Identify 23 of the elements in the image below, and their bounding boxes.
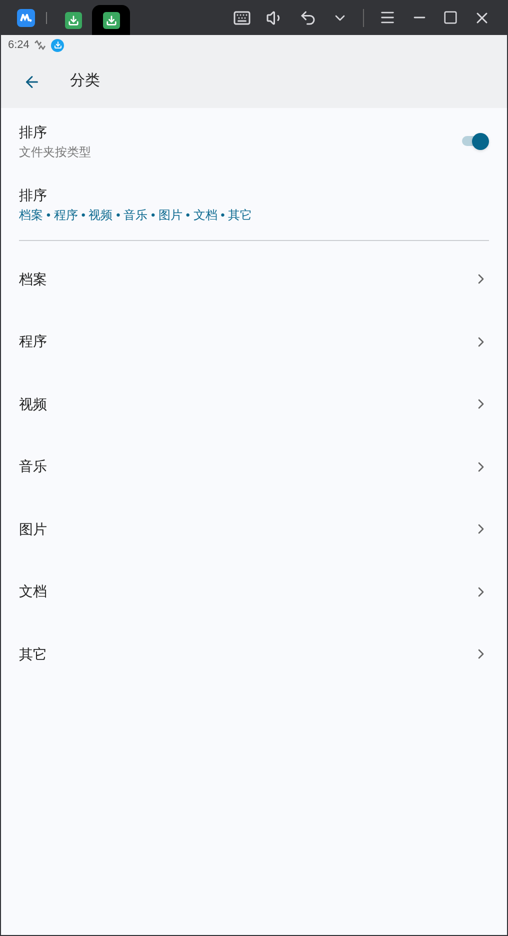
category-item[interactable]: 音乐 xyxy=(19,436,489,498)
status-time: 6:24 xyxy=(8,38,30,53)
setting-subtitle: 档案 • 程序 • 视频 • 音乐 • 图片 • 文档 • 其它 xyxy=(19,206,254,224)
setting-title: 排序 xyxy=(19,186,48,204)
keyboard-icon[interactable] xyxy=(233,8,251,26)
category-item[interactable]: 档案 xyxy=(19,248,489,310)
download-status-icon xyxy=(51,38,64,52)
download-app-icon xyxy=(64,12,82,28)
download-app-icon xyxy=(102,12,120,28)
undo-icon[interactable] xyxy=(299,8,317,26)
category-item[interactable]: 文档 xyxy=(19,560,489,623)
category-item[interactable]: 其它 xyxy=(19,623,489,686)
app-logo-icon[interactable] xyxy=(17,8,35,26)
signal-icon xyxy=(34,40,46,50)
category-item[interactable]: 程序 xyxy=(19,310,489,373)
setting-subtitle: 文件夹按类型 xyxy=(19,144,92,160)
page-title: 分类 xyxy=(70,71,100,92)
category-item[interactable]: 视频 xyxy=(19,373,489,436)
category-item[interactable]: 图片 xyxy=(19,498,489,560)
menu-icon[interactable] xyxy=(379,9,396,26)
maximize-icon[interactable] xyxy=(443,10,458,25)
window-tab[interactable] xyxy=(92,5,130,35)
setting-title: 排序 xyxy=(19,122,48,142)
